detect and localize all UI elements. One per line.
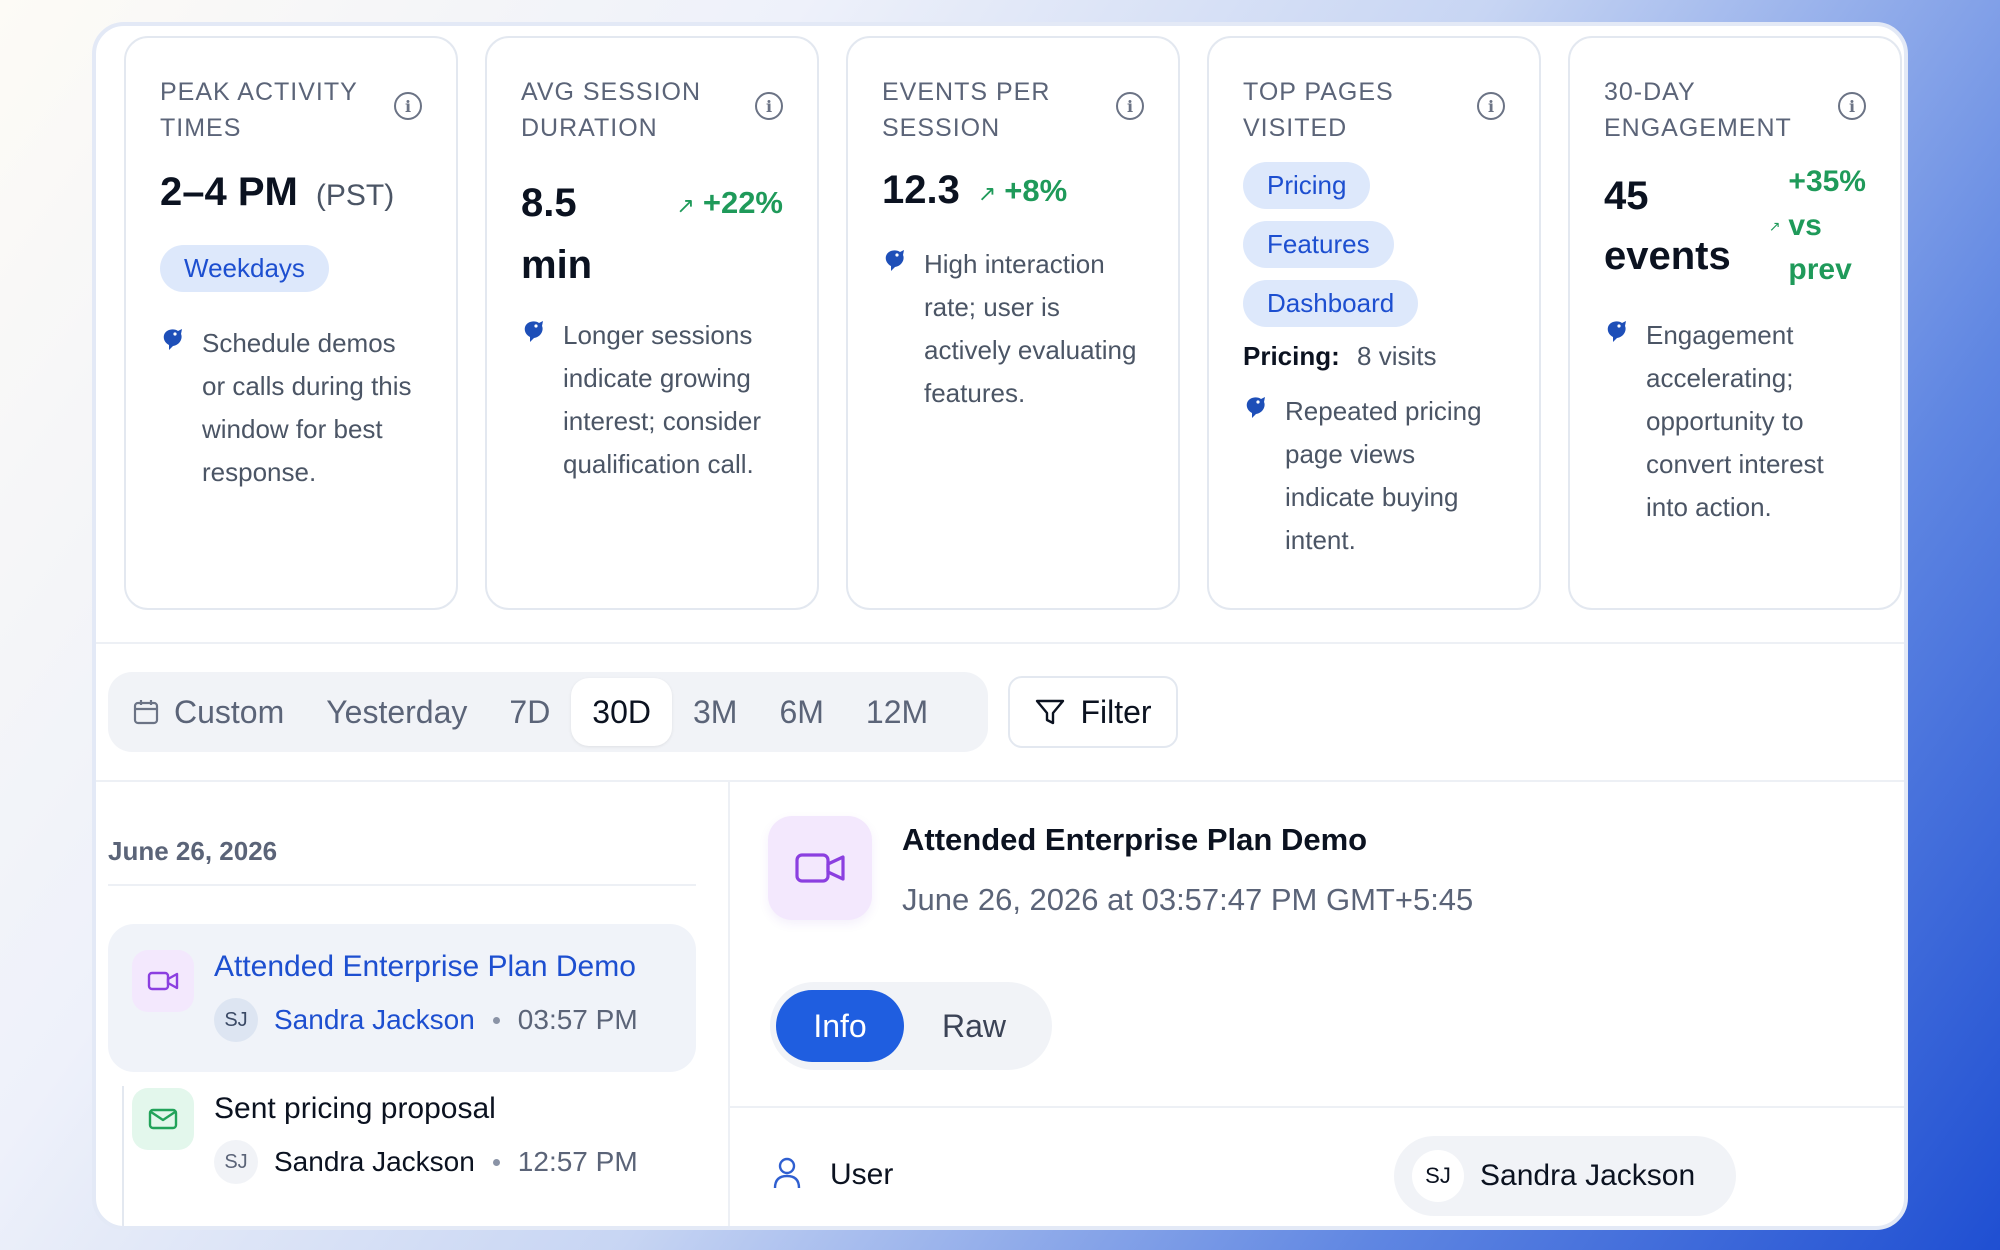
delta-badge: ↗ +8% bbox=[977, 172, 1068, 208]
range-12m[interactable]: 12M bbox=[845, 678, 949, 746]
insight: High interaction rate; user is actively … bbox=[882, 243, 1144, 415]
info-icon[interactable]: i bbox=[1477, 92, 1505, 120]
trend-up-icon: ↗ bbox=[977, 180, 997, 206]
detail-timestamp: June 26, 2026 at 03:57:47 PM GMT+5:45 bbox=[902, 882, 1474, 917]
user-icon bbox=[773, 1157, 801, 1189]
delta-badge: ↗ +22% bbox=[676, 185, 783, 220]
range-custom[interactable]: Custom bbox=[132, 678, 305, 746]
range-7d[interactable]: 7D bbox=[488, 678, 571, 746]
user-name: Sandra Jackson bbox=[1480, 1159, 1696, 1192]
timeline-event[interactable]: Sent pricing proposal SJ Sandra Jackson … bbox=[108, 1082, 696, 1226]
page-stat: Pricing: 8 visits bbox=[1243, 341, 1437, 371]
metric-cards: Peak Activity Times i 2–4 PM (PST) Weekd… bbox=[124, 36, 1904, 612]
metric-value: 8.5 min bbox=[521, 181, 593, 287]
range-30d[interactable]: 30D bbox=[571, 678, 672, 746]
tab-info[interactable]: Info bbox=[776, 990, 904, 1062]
event-title[interactable]: Attended Enterprise Plan Demo bbox=[214, 950, 638, 984]
card-avg-session: Avg Session Duration i 8.5 min ↗ +22% Lon… bbox=[485, 36, 819, 610]
calendar-icon bbox=[133, 700, 159, 725]
video-icon bbox=[768, 816, 872, 920]
chip-pricing: Pricing bbox=[1243, 162, 1371, 209]
event-time: 12:57 PM bbox=[517, 1146, 638, 1177]
metric-value: 2–4 PM bbox=[160, 170, 298, 214]
bird-icon bbox=[885, 250, 904, 271]
separator-dot bbox=[492, 1016, 500, 1024]
bird-icon bbox=[163, 329, 182, 350]
range-yesterday[interactable]: Yesterday bbox=[305, 678, 488, 746]
timeline-date: June 26, 2026 bbox=[108, 836, 278, 866]
range-3m[interactable]: 3M bbox=[672, 678, 758, 746]
detail-tabs: Info Raw bbox=[770, 982, 1052, 1070]
info-icon[interactable]: i bbox=[394, 92, 422, 120]
range-6m[interactable]: 6M bbox=[758, 678, 844, 746]
metric-value: 45 events bbox=[1604, 174, 1731, 278]
divider bbox=[728, 782, 730, 1226]
insight: Schedule demos or calls during this wind… bbox=[160, 322, 422, 494]
tab-raw[interactable]: Raw bbox=[904, 990, 1044, 1062]
event-user-link[interactable]: Sandra Jackson bbox=[274, 1146, 475, 1178]
avatar: SJ bbox=[214, 998, 258, 1042]
insight: Engagement accelerating; opportunity to … bbox=[1604, 314, 1866, 529]
user-pill[interactable]: SJ Sandra Jackson bbox=[1394, 1136, 1736, 1216]
metric-value: 12.3 bbox=[882, 168, 960, 212]
card-title: Avg Session Duration bbox=[521, 78, 702, 142]
event-title[interactable]: Sent pricing proposal bbox=[214, 1092, 638, 1126]
info-icon[interactable]: i bbox=[1838, 92, 1866, 120]
chip-dashboard: Dashboard bbox=[1243, 280, 1419, 327]
video-icon bbox=[132, 950, 194, 1012]
avatar: SJ bbox=[1412, 1150, 1464, 1202]
chip-features: Features bbox=[1243, 221, 1394, 268]
card-events-per-session: Events Per Session i 12.3 ↗ +8% High inte… bbox=[846, 36, 1180, 610]
divider bbox=[96, 642, 1904, 644]
chip-weekdays: Weekdays bbox=[160, 245, 329, 292]
bird-icon bbox=[1246, 397, 1265, 418]
analytics-panel: Peak Activity Times i 2–4 PM (PST) Weekd… bbox=[92, 22, 1908, 1230]
card-peak-activity: Peak Activity Times i 2–4 PM (PST) Weekd… bbox=[124, 36, 458, 610]
filter-button[interactable]: Filter bbox=[1008, 676, 1178, 748]
info-icon[interactable]: i bbox=[755, 92, 783, 120]
bird-icon bbox=[1607, 321, 1626, 342]
event-user-link[interactable]: Sandra Jackson bbox=[274, 1004, 475, 1036]
separator-dot bbox=[492, 1158, 500, 1166]
insight: Repeated pricing page views indicate buy… bbox=[1243, 390, 1505, 562]
event-time: 03:57 PM bbox=[517, 1004, 638, 1035]
field-label-user: User bbox=[830, 1158, 894, 1191]
card-top-pages: Top Pages Visited i Pricing Features Das… bbox=[1207, 36, 1541, 610]
card-title: Events Per Session bbox=[882, 78, 1051, 142]
date-range-selector: Custom Yesterday 7D 30D 3M 6M 12M bbox=[108, 672, 988, 752]
divider bbox=[108, 884, 696, 886]
bird-icon bbox=[524, 321, 543, 342]
card-title: 30-Day Engagement bbox=[1604, 78, 1792, 142]
divider bbox=[96, 780, 1904, 782]
divider bbox=[730, 1106, 1904, 1108]
card-title: Peak Activity Times bbox=[160, 78, 358, 142]
trend-up-icon: ↗ bbox=[676, 193, 695, 218]
card-title: Top Pages Visited bbox=[1243, 78, 1394, 142]
card-30-day-engagement: 30-Day Engagement i 45 events ↗ +35% vs … bbox=[1568, 36, 1902, 610]
mail-icon bbox=[132, 1088, 194, 1150]
insight: Longer sessions indicate growing interes… bbox=[521, 314, 783, 486]
delta-badge: +35% vs prev bbox=[1788, 165, 1866, 286]
timeline-event-selected[interactable]: Attended Enterprise Plan Demo SJ Sandra … bbox=[108, 924, 696, 1072]
info-icon[interactable]: i bbox=[1116, 92, 1144, 120]
filter-icon bbox=[1036, 699, 1065, 725]
metric-unit: (PST) bbox=[315, 179, 395, 212]
detail-title: Attended Enterprise Plan Demo bbox=[902, 822, 1368, 857]
trend-up-icon: ↗ bbox=[1768, 217, 1781, 234]
avatar: SJ bbox=[214, 1140, 258, 1184]
